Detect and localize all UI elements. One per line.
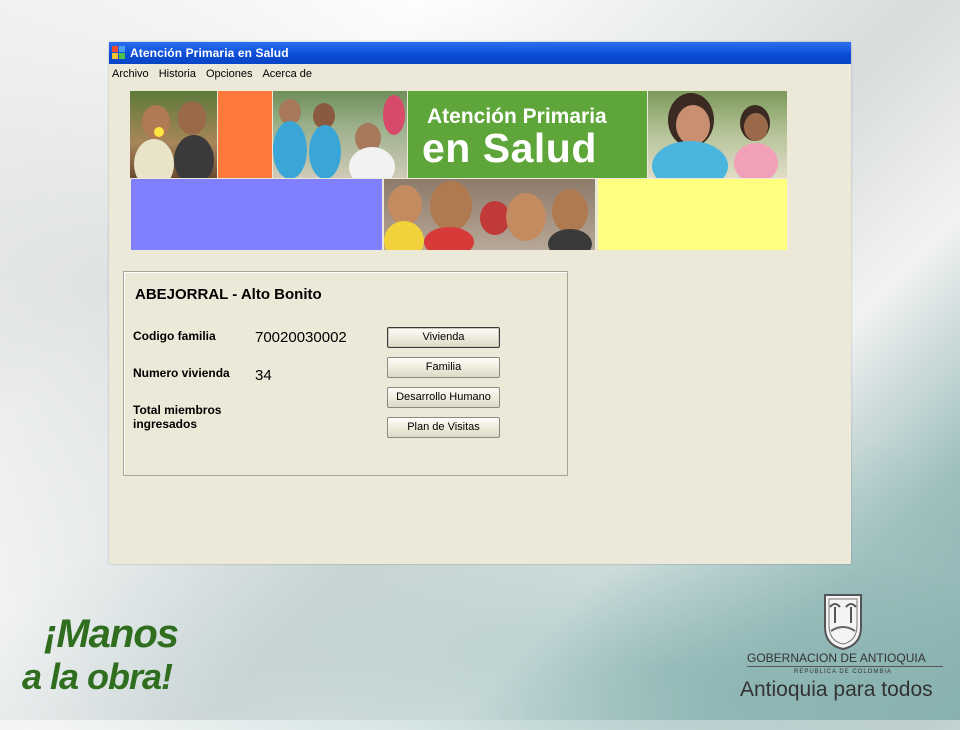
- menu-bar: Archivo Historia Opciones Acerca de: [109, 64, 851, 84]
- vivienda-button[interactable]: Vivienda: [387, 327, 500, 348]
- slogan-line-2: a la obra!: [22, 656, 173, 697]
- familia-button[interactable]: Familia: [387, 357, 500, 378]
- codigo-familia-label: Codigo familia: [133, 329, 216, 343]
- codigo-familia-value: 70020030002: [255, 329, 347, 346]
- window-title: Atención Primaria en Salud: [130, 46, 289, 60]
- menu-opciones[interactable]: Opciones: [206, 68, 252, 80]
- gobernacion-tagline: Antioquia para todos: [740, 678, 933, 701]
- menu-historia[interactable]: Historia: [159, 68, 196, 80]
- coat-of-arms-icon: [824, 594, 862, 651]
- brand-line-2: en Salud: [422, 125, 597, 171]
- banner-photo-children: [384, 179, 595, 250]
- menu-archivo[interactable]: Archivo: [112, 68, 149, 80]
- title-bar[interactable]: Atención Primaria en Salud: [109, 42, 851, 64]
- gobernacion-logo: GOBERNACION DE ANTIOQUIA REPUBLICA DE CO…: [738, 590, 953, 710]
- banner-purple-tile: [131, 179, 382, 250]
- family-groupbox: ABEJORRAL - Alto Bonito Codigo familia 7…: [123, 271, 568, 476]
- banner-yellow-tile: [598, 179, 787, 250]
- slogan-line-1: ¡Manos: [44, 612, 179, 656]
- menu-acerca-de[interactable]: Acerca de: [262, 68, 312, 80]
- app-window: Atención Primaria en Salud Archivo Histo…: [109, 42, 851, 564]
- total-miembros-label-2: ingresados: [133, 417, 198, 431]
- desarrollo-humano-button[interactable]: Desarrollo Humano: [387, 387, 500, 408]
- banner-photo-girls: [130, 91, 217, 178]
- numero-vivienda-value: 34: [255, 367, 272, 384]
- banner-photo-group: [273, 91, 407, 178]
- location-title: ABEJORRAL - Alto Bonito: [135, 286, 322, 303]
- plan-de-visitas-button[interactable]: Plan de Visitas: [387, 417, 500, 438]
- gobernacion-subtitle: REPUBLICA DE COLOMBIA: [793, 669, 893, 675]
- banner-photo-woman-child: [648, 91, 787, 178]
- numero-vivienda-label: Numero vivienda: [133, 366, 230, 380]
- gobernacion-divider: [747, 666, 943, 667]
- banner-orange-tile: [218, 91, 272, 178]
- app-icon: [112, 46, 126, 60]
- brand-panel: Atención Primaria en Salud: [408, 91, 647, 178]
- total-miembros-label-1: Total miembros: [133, 403, 222, 417]
- banner: Atención Primaria en Salud: [130, 91, 787, 251]
- slogan-logo: ¡Manos a la obra!: [22, 612, 179, 707]
- gobernacion-title: GOBERNACION DE ANTIOQUIA: [747, 651, 926, 665]
